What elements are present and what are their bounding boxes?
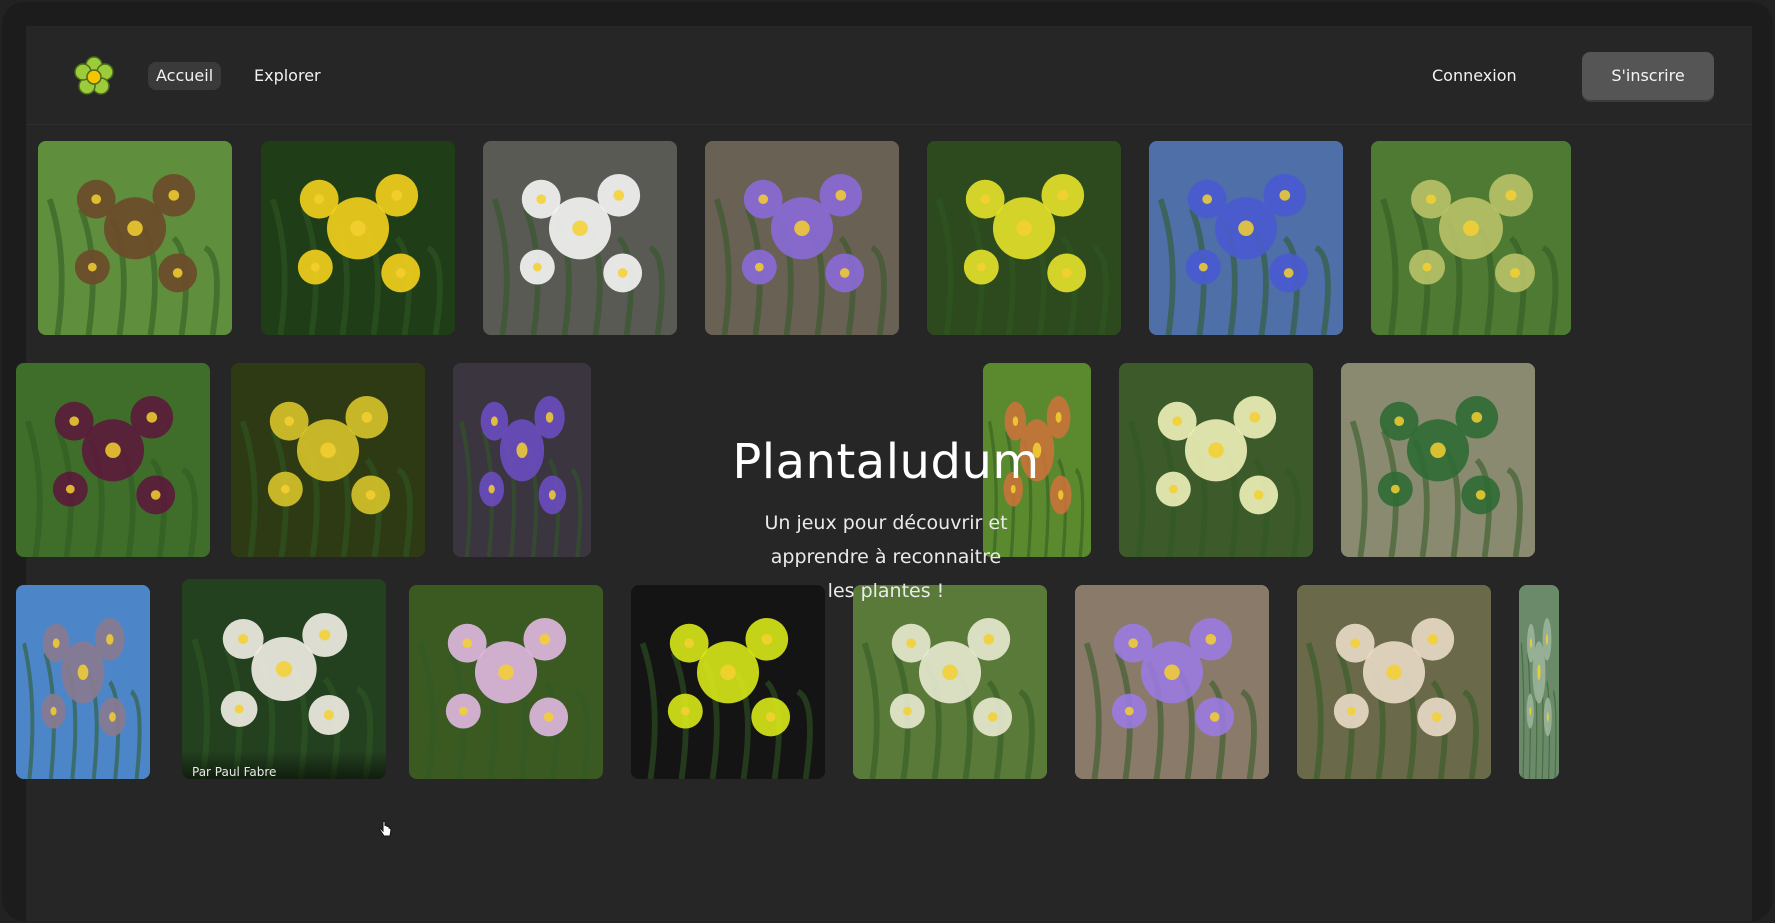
plant-photo-image bbox=[409, 585, 603, 779]
app-container: Accueil Explorer Connexion S'inscrire Pa… bbox=[16, 26, 1752, 921]
plant-photo-blue-borage[interactable] bbox=[1149, 141, 1343, 335]
plant-photo-image bbox=[1149, 141, 1343, 335]
plant-photo-image bbox=[1341, 363, 1535, 557]
plant-photo-image bbox=[1297, 585, 1491, 779]
plant-photo-image bbox=[16, 585, 150, 779]
plant-photo-partial-green[interactable] bbox=[1519, 585, 1559, 779]
plant-photo-image bbox=[261, 141, 455, 335]
plant-photo-pale-clover[interactable] bbox=[1119, 363, 1313, 557]
browser-window: Accueil Explorer Connexion S'inscrire Pa… bbox=[2, 2, 1773, 921]
plant-photo-image bbox=[16, 363, 210, 557]
nav-explorer[interactable]: Explorer bbox=[246, 62, 329, 90]
plant-photo-tall-grass[interactable] bbox=[16, 585, 150, 779]
top-navbar: Accueil Explorer Connexion S'inscrire bbox=[26, 26, 1752, 125]
hero-subtitle: Un jeux pour découvrir et apprendre à re… bbox=[666, 506, 1106, 608]
nav-accueil[interactable]: Accueil bbox=[148, 62, 222, 90]
hero-subtitle-line: les plantes ! bbox=[827, 580, 945, 602]
plant-photo-yellow-hawkweed[interactable] bbox=[261, 141, 455, 335]
photo-credit: Par Paul Fabre bbox=[192, 765, 277, 779]
plant-photo-purple-vetch[interactable] bbox=[705, 141, 899, 335]
hero-subtitle-line: Un jeux pour découvrir et bbox=[764, 512, 1008, 534]
hero-title: Plantaludum bbox=[732, 434, 1040, 490]
plant-photo-image bbox=[231, 363, 425, 557]
plant-photo-green-sprigs[interactable] bbox=[1341, 363, 1535, 557]
plant-photo-purple-lupine[interactable] bbox=[453, 363, 591, 557]
hero: Plantaludum Un jeux pour découvrir et ap… bbox=[666, 416, 1106, 656]
plant-photo-image bbox=[1119, 363, 1313, 557]
plant-photo-pink-soapwort[interactable] bbox=[409, 585, 603, 779]
hero-subtitle-line: apprendre à reconnaitre bbox=[770, 546, 1002, 568]
plant-photo-image bbox=[705, 141, 899, 335]
plant-photo-image bbox=[1371, 141, 1571, 335]
plant-photo-sedge-spike[interactable] bbox=[38, 141, 232, 335]
plant-photo-cream-umbel[interactable] bbox=[1297, 585, 1491, 779]
plant-photo-image bbox=[38, 141, 232, 335]
login-link[interactable]: Connexion bbox=[1432, 62, 1517, 90]
plant-photo-image bbox=[453, 363, 591, 557]
plant-photo-yellow-mustard[interactable] bbox=[927, 141, 1121, 335]
plant-photo-image bbox=[927, 141, 1121, 335]
plant-photo-white-chickweed[interactable] bbox=[483, 141, 677, 335]
plant-photo-yellow-rocket[interactable] bbox=[231, 363, 425, 557]
plant-photo-white-buckwheat[interactable]: Par Paul Fabre bbox=[182, 579, 386, 779]
plant-photo-image bbox=[483, 141, 677, 335]
flower-logo-icon[interactable] bbox=[73, 56, 115, 98]
plant-photo-image bbox=[1519, 585, 1559, 779]
hand-cursor-icon bbox=[379, 820, 392, 837]
plant-photo-dark-orchid[interactable] bbox=[16, 363, 210, 557]
plant-photo-image bbox=[182, 579, 386, 779]
plant-photo-arum-hood[interactable] bbox=[1371, 141, 1571, 335]
signup-button[interactable]: S'inscrire bbox=[1582, 52, 1714, 100]
